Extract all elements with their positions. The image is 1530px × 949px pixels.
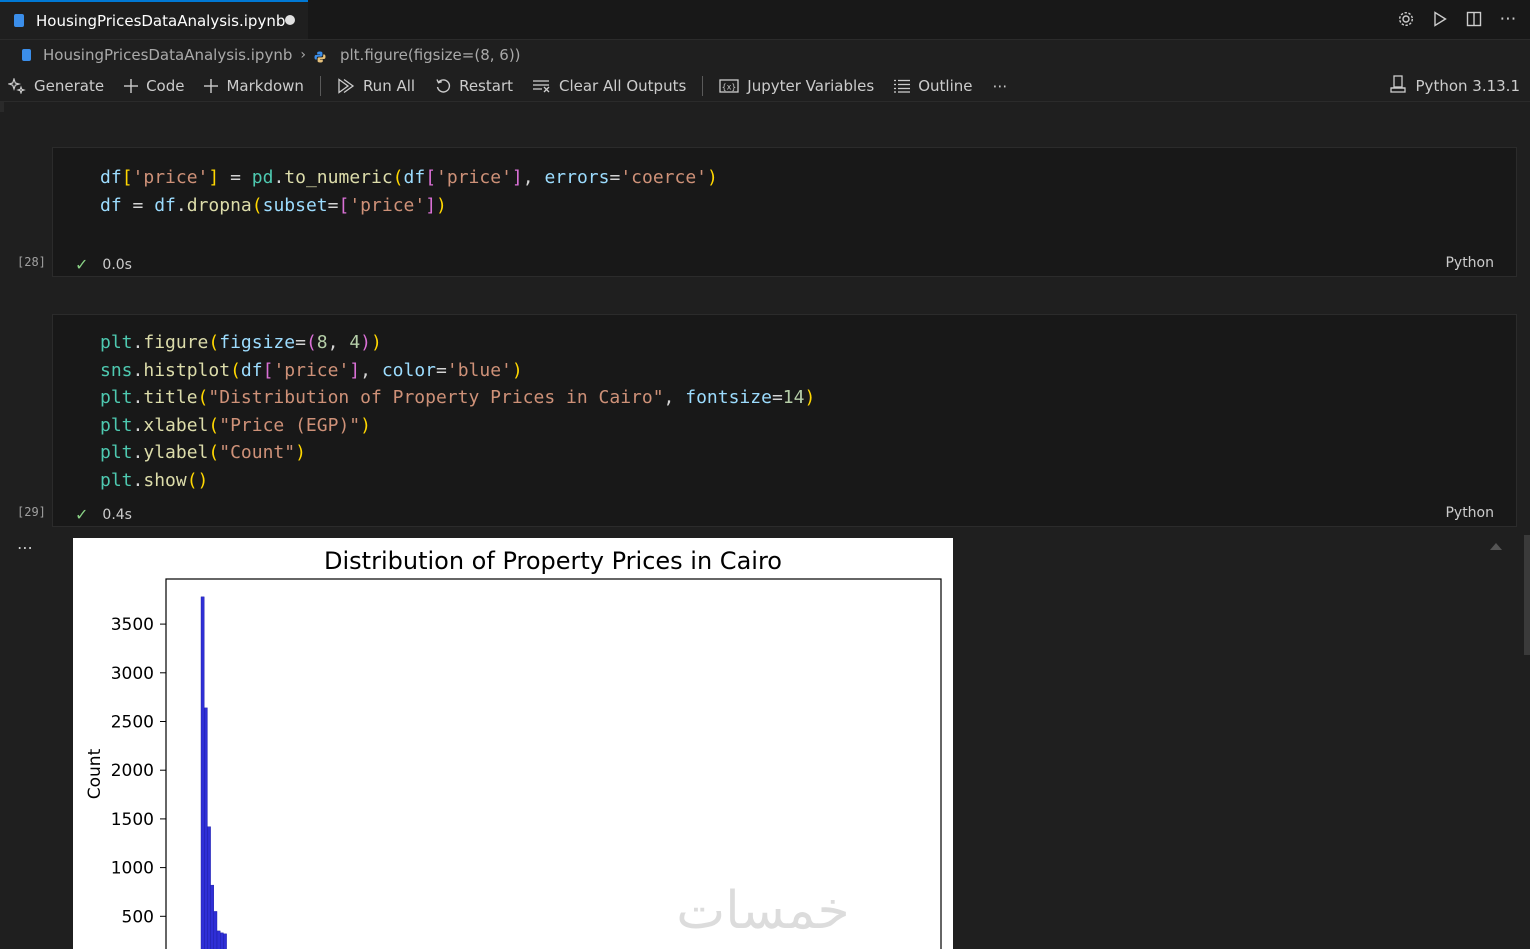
watermark: خمسات [676,881,849,941]
cell-output: Distribution of Property Prices in Cairo… [73,538,953,949]
plus-icon [204,78,219,93]
editor-actions: ⋯ [1394,7,1520,31]
cell-language[interactable]: Python [1445,505,1494,521]
more-icon: ⋯ [992,76,1008,95]
unsaved-dot-icon[interactable] [285,15,295,25]
code-line: plt.xlabel("Price (EGP)") [100,414,371,436]
variables-icon: {x} [719,78,739,94]
histogram-bars [200,596,227,949]
histogram-bar [203,707,208,949]
histogram-bar [216,930,221,949]
code-line: plt.title("Distribution of Property Pric… [100,387,816,409]
editor-tab-bar: HousingPricesDataAnalysis.ipynb ⋯ [0,0,1530,40]
toolbar-divider [702,75,704,96]
notebook-file-icon [14,14,24,27]
histogram-bar [210,884,215,949]
check-icon: ✓ [75,255,89,274]
cell-status: ✓ 0.4s [75,505,132,524]
plus-icon [124,78,139,93]
clear-outputs-label: Clear All Outputs [559,76,687,95]
execution-count: [28] [17,255,46,269]
y-tick-label: 2500 [111,713,154,733]
y-tick-label: 1500 [111,810,154,830]
gear-icon[interactable] [1394,7,1418,31]
generate-button[interactable]: Generate [8,77,104,95]
code-editor[interactable]: plt.figure(figsize=(8, 4)) sns.histplot(… [100,329,815,495]
kernel-icon [1389,75,1406,97]
python-icon [314,49,326,63]
generate-label: Generate [34,76,105,95]
run-all-button[interactable]: Run All [337,77,415,95]
histogram-bar [200,596,205,949]
y-ticks: 500 1000 1500 2000 2500 3000 3500 [111,615,166,927]
histogram-bar [207,826,211,949]
jupyter-variables-button[interactable]: {x} Jupyter Variables [719,77,874,95]
histogram-bar [219,932,224,949]
toolbar-divider [319,75,321,96]
more-icon[interactable]: ⋯ [1496,7,1520,31]
output-more-button[interactable]: ⋯ [17,538,34,557]
y-tick-label: 500 [122,907,154,927]
y-tick-label: 3000 [111,664,154,684]
scroll-marker [0,102,4,112]
kernel-picker[interactable]: Python 3.13.1 [1389,75,1520,97]
run-icon[interactable] [1428,7,1452,31]
tab-title: HousingPricesDataAnalysis.ipynb [36,11,286,30]
code-line: sns.histplot(df['price'], color='blue') [100,359,523,381]
code-cell[interactable]: plt.figure(figsize=(8, 4)) sns.histplot(… [52,314,1517,527]
breadcrumb-symbol[interactable]: plt.figure(figsize=(8, 6)) [340,46,521,64]
y-tick-label: 2000 [111,761,154,781]
histogram-bar [213,911,218,949]
code-line: plt.ylabel("Count") [100,442,306,464]
code-line: plt.show() [100,469,209,491]
code-line: plt.figure(figsize=(8, 4)) [100,332,382,353]
add-markdown-cell-button[interactable]: Markdown [204,76,304,95]
breadcrumb: HousingPricesDataAnalysis.ipynb › plt.fi… [0,40,1530,70]
code-line: df['price'] = pd.to_numeric(df['price'],… [100,167,718,188]
chevron-right-icon: › [300,47,306,63]
kernel-label: Python 3.13.1 [1415,77,1520,95]
editor-tab[interactable]: HousingPricesDataAnalysis.ipynb [0,0,308,39]
histogram-bar [223,933,227,949]
outline-label: Outline [918,76,973,95]
variables-label: Jupyter Variables [747,76,875,95]
code-label: Code [146,76,185,95]
notebook-toolbar: Generate Code Markdown Run All Restart C… [0,70,1530,102]
check-icon: ✓ [75,505,89,524]
restart-button[interactable]: Restart [435,77,513,95]
chart-title: Distribution of Property Prices in Cairo [324,547,782,575]
outline-button[interactable]: Outline [894,77,972,95]
notebook-file-icon [22,49,31,61]
y-tick-label: 1000 [111,859,154,879]
run-all-label: Run All [362,76,416,95]
clear-all-outputs-button[interactable]: Clear All Outputs [533,77,686,95]
cell-language[interactable]: Python [1445,255,1494,271]
breadcrumb-file[interactable]: HousingPricesDataAnalysis.ipynb [43,46,292,64]
restart-icon [435,78,451,94]
y-axis-label: Count [85,748,105,799]
execution-count: [29] [17,505,46,519]
run-all-icon [337,77,355,94]
scrollbar-thumb[interactable] [1524,535,1530,655]
svg-text:{x}: {x} [722,82,736,91]
scroll-up-icon[interactable] [1490,543,1502,550]
code-line: df = df.dropna(subset=['price']) [100,194,447,216]
code-editor[interactable]: df['price'] = pd.to_numeric(df['price'],… [100,164,718,219]
y-tick-label: 3500 [111,615,154,635]
toolbar-more-button[interactable]: ⋯ [992,77,1007,95]
sparkle-icon [8,77,26,94]
cell-duration: 0.4s [102,506,132,523]
histogram-chart: Distribution of Property Prices in Cairo… [85,547,942,949]
restart-label: Restart [459,76,513,95]
cell-duration: 0.0s [102,256,132,273]
cell-status: ✓ 0.0s [75,255,132,274]
split-editor-icon[interactable] [1462,7,1486,31]
add-code-cell-button[interactable]: Code [124,77,184,95]
code-cell[interactable]: df['price'] = pd.to_numeric(df['price'],… [52,147,1517,277]
markdown-label: Markdown [226,76,304,95]
outline-icon [894,79,911,93]
clear-outputs-icon [533,79,551,93]
